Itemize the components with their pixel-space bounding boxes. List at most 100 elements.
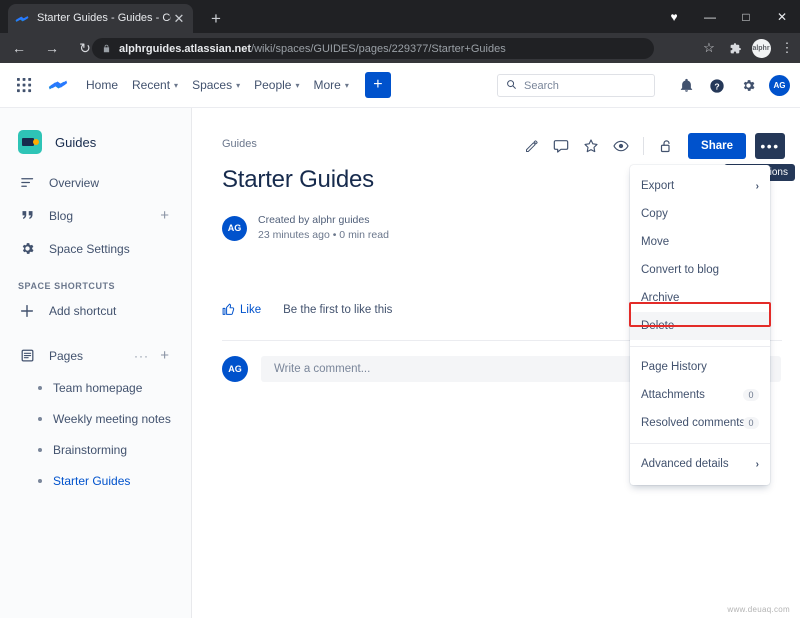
space-shortcuts-heading: SPACE SHORTCUTS <box>18 281 116 291</box>
sidebar-item-blog[interactable]: Blog + <box>0 199 191 232</box>
comment-icon[interactable] <box>548 133 574 159</box>
author-avatar[interactable]: AG <box>222 215 247 241</box>
menu-item-label: Attachments <box>641 389 705 401</box>
page-tree-label: Starter Guides <box>53 473 131 488</box>
menu-item-attachments[interactable]: Attachments 0 <box>630 381 770 409</box>
bullet-icon <box>38 385 42 390</box>
sidebar-item-space-settings[interactable]: Space Settings <box>0 232 191 265</box>
browser-tab[interactable]: Starter Guides - Guides - Conflue ✕ <box>8 4 193 33</box>
svg-text:?: ? <box>714 81 719 91</box>
space-avatar-icon <box>18 130 42 154</box>
nav-item-home[interactable]: Home <box>86 78 118 92</box>
menu-item-label: Copy <box>641 208 668 220</box>
bookmark-star-icon[interactable]: ☆ <box>696 35 722 61</box>
create-button[interactable]: + <box>364 72 391 98</box>
sidebar-item-label: Blog <box>49 208 74 223</box>
menu-item-label: Delete <box>641 320 675 332</box>
add-page-icon[interactable]: + <box>160 348 169 363</box>
tab-close-icon[interactable]: ✕ <box>171 12 187 25</box>
search-box[interactable] <box>497 74 655 97</box>
nav-item-recent[interactable]: Recent ▾ <box>132 78 178 92</box>
menu-item-label: Convert to blog <box>641 264 719 276</box>
profile-initials: alphr <box>751 38 771 58</box>
notification-bell-icon[interactable] <box>676 76 696 96</box>
menu-item-resolved-comments[interactable]: Resolved comments 0 <box>630 409 770 437</box>
watch-eye-icon[interactable] <box>608 133 634 159</box>
menu-item-delete[interactable]: Delete <box>630 312 770 340</box>
browser-menu-icon[interactable]: ⋮ <box>774 35 800 61</box>
chevron-down-icon: ▾ <box>295 80 300 90</box>
page-title: Starter Guides <box>222 166 374 193</box>
settings-gear-icon[interactable] <box>738 76 758 96</box>
edit-pencil-icon[interactable] <box>518 133 544 159</box>
created-by-text: Created by alphr guides <box>258 214 370 226</box>
forward-button[interactable]: → <box>38 34 66 62</box>
browser-tab-strip: Starter Guides - Guides - Conflue ✕ + ♥ … <box>0 0 800 33</box>
menu-item-export[interactable]: Export › <box>630 172 770 200</box>
menu-item-convert-to-blog[interactable]: Convert to blog <box>630 256 770 284</box>
menu-item-label: Resolved comments <box>641 417 746 429</box>
sidebar-item-add-shortcut[interactable]: Add shortcut <box>0 294 191 327</box>
resolved-comments-count-badge: 0 <box>743 417 759 429</box>
list-item[interactable]: Brainstorming <box>0 434 191 465</box>
page-action-toolbar: Share ••• <box>518 133 785 159</box>
page-tree-label: Weekly meeting notes <box>53 411 171 426</box>
star-icon[interactable] <box>578 133 604 159</box>
sidebar-item-label: Space Settings <box>49 241 130 256</box>
nav-item-people[interactable]: People ▾ <box>254 78 299 92</box>
browser-profile-avatar[interactable]: alphr <box>748 35 774 61</box>
menu-divider <box>630 346 770 347</box>
window-controls: — □ ✕ <box>692 0 800 33</box>
page-tree-label: Team homepage <box>53 380 143 395</box>
sidebar-item-overview[interactable]: Overview <box>0 166 191 199</box>
page-tree-label: Brainstorming <box>53 442 128 457</box>
menu-item-advanced-details[interactable]: Advanced details › <box>630 450 770 478</box>
breadcrumb[interactable]: Guides <box>222 138 257 150</box>
url-host: alphrguides.atlassian.net <box>119 42 252 55</box>
blog-quote-icon <box>18 208 36 223</box>
heart-icon: ♥ <box>670 10 678 24</box>
page-byline: AG Created by alphr guides 23 minutes ag… <box>222 213 389 243</box>
like-label: Like <box>240 303 262 316</box>
chevron-right-icon: › <box>755 180 759 192</box>
pages-icon <box>18 348 36 363</box>
menu-item-label: Move <box>641 236 670 248</box>
menu-item-page-history[interactable]: Page History <box>630 353 770 381</box>
unlock-icon[interactable] <box>653 133 679 159</box>
menu-item-copy[interactable]: Copy <box>630 200 770 228</box>
chevron-down-icon: ▾ <box>236 80 241 90</box>
help-icon[interactable]: ? <box>707 76 727 96</box>
confluence-logo-icon[interactable] <box>44 75 72 95</box>
more-actions-button[interactable]: ••• <box>755 133 785 159</box>
extensions-puzzle-icon[interactable] <box>722 35 748 61</box>
back-button[interactable]: ← <box>5 34 33 62</box>
maximize-button[interactable]: □ <box>728 0 764 33</box>
bullet-icon <box>38 416 42 421</box>
sidebar-item-pages[interactable]: Pages ··· + <box>0 339 191 372</box>
add-blog-post-icon[interactable]: + <box>160 208 169 223</box>
menu-item-archive[interactable]: Archive <box>630 284 770 312</box>
nav-item-spaces[interactable]: Spaces ▾ <box>192 78 240 92</box>
menu-item-move[interactable]: Move <box>630 228 770 256</box>
more-actions-menu: Export › Copy Move Convert to blog Archi… <box>630 165 770 485</box>
like-button[interactable]: Like <box>222 303 261 316</box>
minimize-button[interactable]: — <box>692 0 728 33</box>
share-button[interactable]: Share <box>688 133 746 159</box>
address-bar[interactable]: alphrguides.atlassian.net/wiki/spaces/GU… <box>92 38 654 59</box>
list-item[interactable]: Team homepage <box>0 372 191 403</box>
search-input[interactable] <box>524 79 644 92</box>
bullet-icon <box>38 478 42 483</box>
tab-title: Starter Guides - Guides - Conflue <box>37 12 171 24</box>
list-item[interactable]: Weekly meeting notes <box>0 403 191 434</box>
app-switcher-icon[interactable] <box>12 77 36 93</box>
list-item[interactable]: Starter Guides <box>0 465 191 496</box>
close-window-button[interactable]: ✕ <box>764 0 800 33</box>
user-avatar[interactable]: AG <box>769 75 790 96</box>
pages-more-icon[interactable]: ··· <box>134 350 149 362</box>
menu-item-label: Archive <box>641 292 680 304</box>
nav-item-more[interactable]: More ▾ <box>314 78 349 92</box>
new-tab-button[interactable]: + <box>205 8 227 30</box>
nav-item-label: More <box>313 78 341 92</box>
space-name: Guides <box>55 134 97 150</box>
space-header[interactable]: Guides <box>0 108 191 154</box>
